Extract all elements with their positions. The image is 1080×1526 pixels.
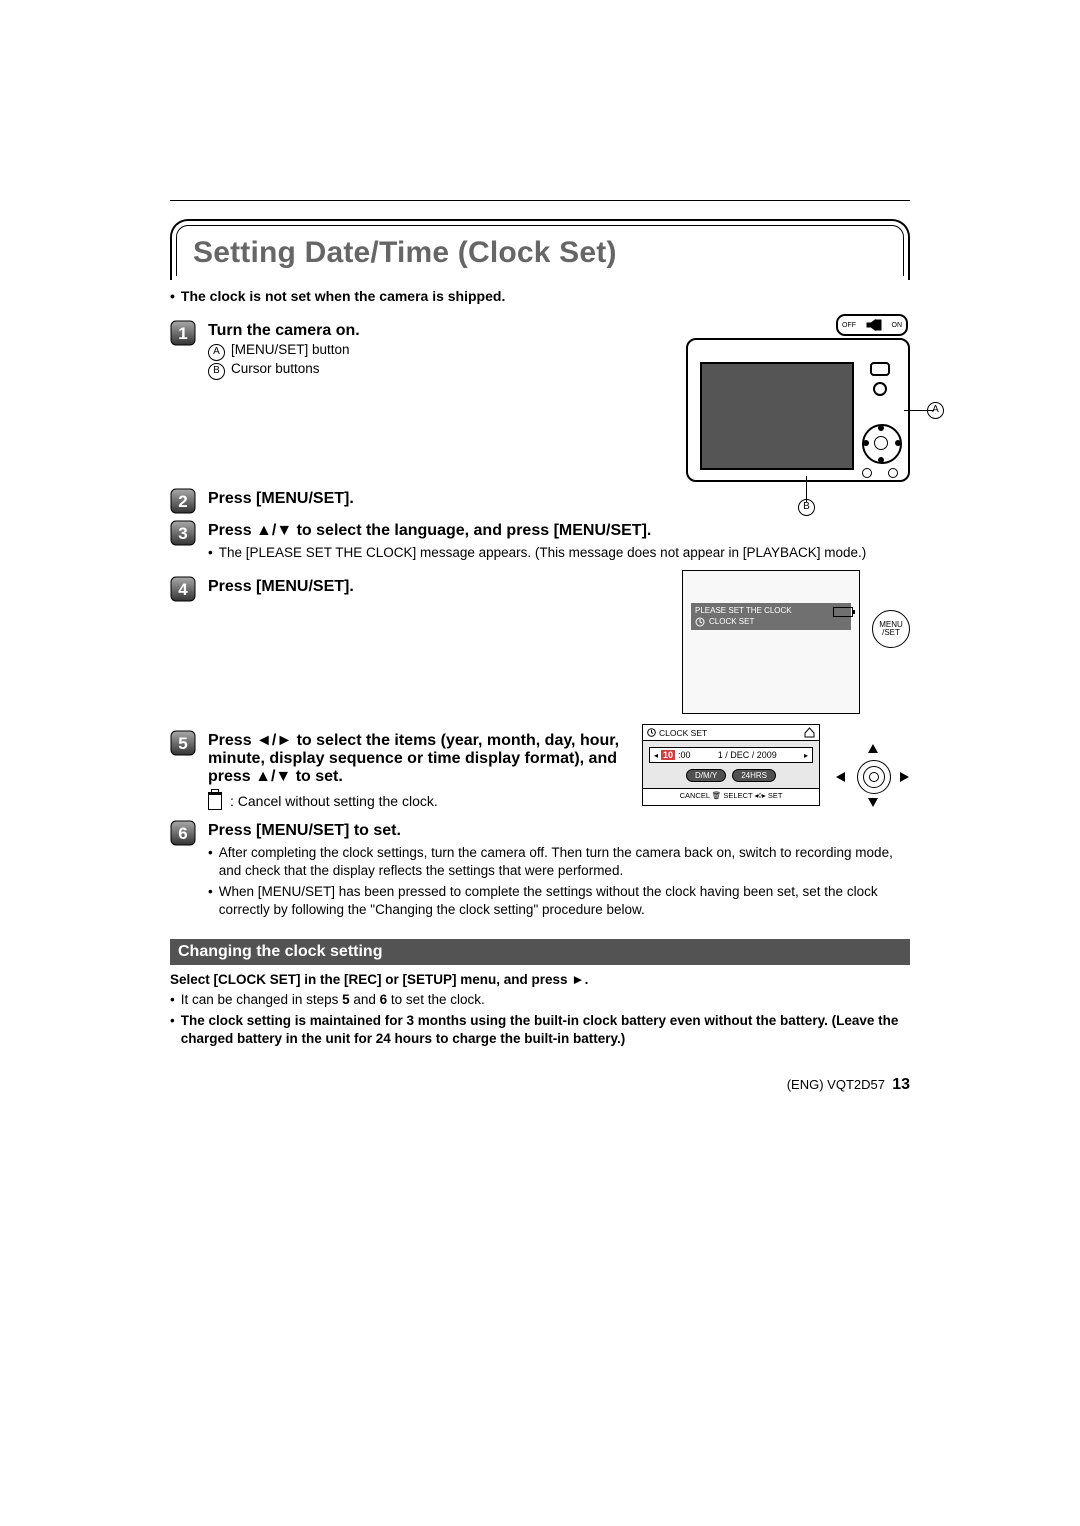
step-3: 3 Press ▲/▼ to select the language, and … xyxy=(170,520,910,564)
arrow-right-icon xyxy=(900,772,910,782)
camera-dpad xyxy=(862,424,902,464)
svg-text:5: 5 xyxy=(178,734,187,753)
camera-button-top xyxy=(870,362,890,376)
lcd-clock-set: CLOCK SET ◂ 10 :00 1 / DEC / 2009 ▸ D/M/… xyxy=(642,724,820,806)
step-4-row: 4 Press [MENU/SET]. PLEASE SET THE CLOCK… xyxy=(170,570,910,714)
lcd2-fmt-dmy: D/M/Y xyxy=(686,769,726,782)
callout-a: A xyxy=(927,402,944,419)
step-6-head: Press [MENU/SET] to set. xyxy=(208,822,910,840)
arrow-up-icon xyxy=(868,744,878,754)
doc-code: (ENG) VQT2D57 xyxy=(787,1077,885,1092)
label-cursor-buttons: Cursor buttons xyxy=(231,361,320,376)
step-number-5: 5 xyxy=(170,730,196,756)
lcd2-date: 1 / DEC / 2009 xyxy=(694,750,801,760)
switch-on-label: ON xyxy=(892,322,903,329)
step-number-4: 4 xyxy=(170,576,196,602)
trash-note: : Cancel without setting the clock. xyxy=(230,793,438,809)
manual-page: Setting Date/Time (Clock Set) The clock … xyxy=(170,200,910,1094)
subsection-title: Changing the clock setting xyxy=(170,939,910,965)
camera-screen xyxy=(700,362,854,470)
svg-text:3: 3 xyxy=(178,524,187,543)
intro-note: The clock is not set when the camera is … xyxy=(170,288,910,304)
lcd-please-set-clock: PLEASE SET THE CLOCK CLOCK SET xyxy=(682,570,860,714)
switch-off-label: OFF xyxy=(842,322,856,329)
anno-b-marker: B xyxy=(208,363,225,380)
top-rule xyxy=(170,200,910,201)
subsection-lead: Select [CLOCK SET] in the [REC] or [SETU… xyxy=(170,971,910,989)
step-5-row: 5 Press ◄/► to select the items (year, m… xyxy=(170,724,910,814)
home-icon xyxy=(804,727,815,738)
lcd2-title: CLOCK SET xyxy=(659,728,707,738)
step-6: 6 Press [MENU/SET] to set. After complet… xyxy=(170,820,910,921)
lcd2-fmt-24: 24HRS xyxy=(732,769,776,782)
dpad-illustration xyxy=(836,746,910,806)
anno-a-marker: A xyxy=(208,344,225,361)
power-switch: OFF ON xyxy=(836,314,908,336)
subsection-bullet-1: It can be changed in steps 5 and 6 to se… xyxy=(170,991,910,1009)
svg-text:2: 2 xyxy=(178,492,187,511)
step-5: 5 Press ◄/► to select the items (year, m… xyxy=(170,730,624,786)
svg-text:6: 6 xyxy=(178,824,187,843)
speaker-icon xyxy=(866,319,882,331)
step-1-head: Turn the camera on. xyxy=(208,322,668,340)
step-5-head: Press ◄/► to select the items (year, mon… xyxy=(208,732,624,786)
camera-illustration: OFF ON xyxy=(686,314,910,482)
step-number-1: 1 xyxy=(170,320,196,346)
svg-text:4: 4 xyxy=(178,580,188,599)
subsection-bullet-2: The clock setting is maintained for 3 mo… xyxy=(181,1012,910,1048)
step-4-head: Press [MENU/SET]. xyxy=(208,578,664,596)
page-footer: (ENG) VQT2D57 13 xyxy=(170,1076,910,1094)
arrow-left-icon xyxy=(836,772,846,782)
label-menu-set-button: [MENU/SET] button xyxy=(231,342,350,357)
step-4: 4 Press [MENU/SET]. xyxy=(170,576,664,602)
lcd2-footer: CANCEL 🗑 SELECT ◂◊▸ SET xyxy=(643,788,819,802)
title-box: Setting Date/Time (Clock Set) xyxy=(170,219,910,280)
arrow-down-icon xyxy=(868,798,878,808)
step-6-note-2: When [MENU/SET] has been pressed to comp… xyxy=(219,883,910,919)
lcd2-hour: 10 xyxy=(661,750,675,760)
lcd-msg-line1: PLEASE SET THE CLOCK xyxy=(695,606,847,616)
step-1: 1 Turn the camera on. A [MENU/SET] button… xyxy=(170,320,668,380)
step-1-row: 1 Turn the camera on. A [MENU/SET] button… xyxy=(170,314,910,482)
step-3-head: Press ▲/▼ to select the language, and pr… xyxy=(208,522,910,540)
page-title: Setting Date/Time (Clock Set) xyxy=(193,236,617,269)
lcd2-date-row: ◂ 10 :00 1 / DEC / 2009 ▸ xyxy=(649,747,813,763)
page-number: 13 xyxy=(892,1076,910,1093)
step-number-2: 2 xyxy=(170,488,196,514)
clock-icon xyxy=(647,728,656,737)
svg-text:1: 1 xyxy=(178,324,187,343)
step-number-3: 3 xyxy=(170,520,196,546)
callout-b: B xyxy=(798,499,815,516)
step-3-note: The [PLEASE SET THE CLOCK] message appea… xyxy=(219,544,867,562)
clock-icon xyxy=(695,617,705,627)
menu-set-button-icon: MENU /SET xyxy=(872,610,910,648)
step-number-6: 6 xyxy=(170,820,196,846)
step-6-note-1: After completing the clock settings, tur… xyxy=(219,844,910,880)
trash-icon xyxy=(208,792,222,810)
lcd-msg-line2: CLOCK SET xyxy=(709,617,754,627)
battery-icon xyxy=(833,607,853,617)
camera-button-small xyxy=(873,382,887,396)
lcd2-min: :00 xyxy=(678,750,691,760)
